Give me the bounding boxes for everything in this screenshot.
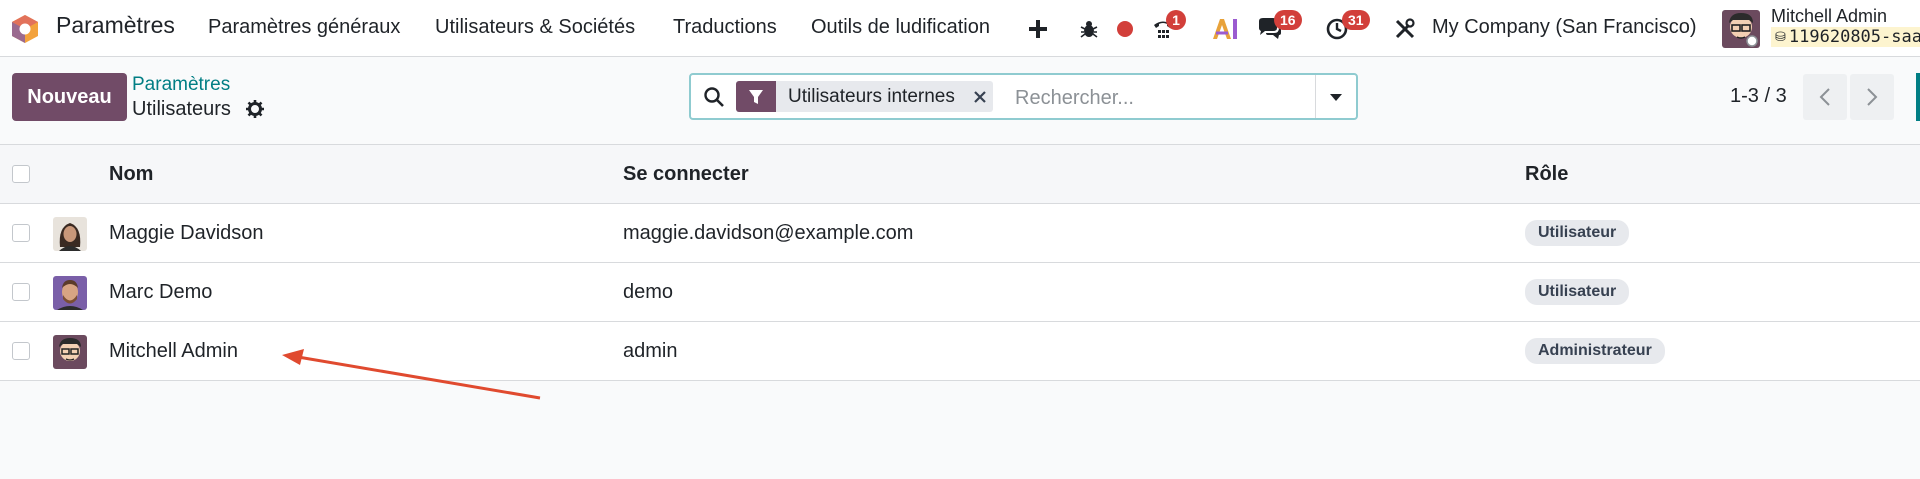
cell-login: maggie.davidson@example.com xyxy=(623,221,914,244)
column-header-role[interactable]: Rôle xyxy=(1525,145,1568,203)
list-header: Nom Se connecter Rôle xyxy=(0,144,1920,204)
pager-value[interactable]: 1-3 / 3 xyxy=(1730,85,1787,108)
close-icon[interactable] xyxy=(967,81,993,112)
pager-previous-button[interactable] xyxy=(1803,74,1847,120)
menu-general-settings[interactable]: Paramètres généraux xyxy=(208,16,400,39)
facet-label: Utilisateurs internes xyxy=(788,85,955,107)
activities-badge: 31 xyxy=(1342,10,1370,30)
cell-name: Mitchell Admin xyxy=(109,339,238,362)
tools-icon[interactable] xyxy=(1388,12,1422,46)
column-header-name[interactable]: Nom xyxy=(109,145,153,203)
app-name[interactable]: Paramètres xyxy=(56,12,175,39)
debug-bug-icon[interactable] xyxy=(1072,12,1106,46)
chevron-right-icon xyxy=(1867,88,1878,106)
database-name: ⛁ 119620805-saa xyxy=(1771,27,1920,47)
row-checkbox[interactable] xyxy=(12,224,30,242)
row-checkbox[interactable] xyxy=(12,342,30,360)
avatar xyxy=(53,276,87,310)
user-avatar[interactable] xyxy=(1722,10,1760,48)
messages-icon[interactable]: 16 xyxy=(1252,10,1302,46)
table-row[interactable]: Maggie Davidson maggie.davidson@example.… xyxy=(0,204,1920,263)
table-row[interactable]: Marc Demo demo Utilisateur xyxy=(0,263,1920,322)
row-checkbox[interactable] xyxy=(12,283,30,301)
company-switcher[interactable]: My Company (San Francisco) xyxy=(1432,16,1697,39)
cell-role: Utilisateur xyxy=(1525,204,1630,262)
messages-badge: 16 xyxy=(1274,10,1302,30)
caret-down-icon xyxy=(1330,93,1342,101)
view-switcher-edge[interactable] xyxy=(1916,73,1920,121)
activity-clock-icon[interactable]: 31 xyxy=(1320,10,1370,46)
recording-dot-icon[interactable] xyxy=(1108,12,1142,46)
breadcrumb-parent[interactable]: Paramètres xyxy=(132,74,230,96)
role-badge: Utilisateur xyxy=(1525,279,1630,305)
cell-role: Utilisateur xyxy=(1525,263,1630,321)
search-input[interactable] xyxy=(1013,82,1317,114)
filter-icon xyxy=(736,81,776,112)
avatar xyxy=(53,217,87,251)
gear-icon[interactable] xyxy=(246,100,264,118)
role-badge: Administrateur xyxy=(1525,338,1665,364)
avatar xyxy=(53,335,87,369)
annotation-arrow xyxy=(282,349,541,400)
top-navbar: Paramètres Paramètres généraux Utilisate… xyxy=(0,0,1920,57)
cell-role: Administrateur xyxy=(1525,322,1665,380)
menu-translations[interactable]: Traductions xyxy=(673,16,777,39)
role-badge: Utilisateur xyxy=(1525,220,1630,246)
menu-users-companies[interactable]: Utilisateurs & Sociétés xyxy=(435,16,635,39)
cell-login: demo xyxy=(623,280,674,303)
phone-badge: 1 xyxy=(1166,10,1186,30)
ai-icon[interactable] xyxy=(1208,12,1242,46)
phone-icon[interactable]: 1 xyxy=(1146,10,1186,46)
odoo-logo-icon[interactable] xyxy=(10,14,40,44)
user-name[interactable]: Mitchell Admin xyxy=(1771,6,1887,27)
pager-next-button[interactable] xyxy=(1850,74,1894,120)
plus-icon[interactable] xyxy=(1021,12,1055,46)
search-bar[interactable]: Utilisateurs internes xyxy=(689,73,1358,120)
menu-gamification-tools[interactable]: Outils de ludification xyxy=(811,16,990,39)
chevron-left-icon xyxy=(1819,88,1830,106)
search-icon[interactable] xyxy=(703,86,725,113)
search-options-toggle[interactable] xyxy=(1315,75,1356,118)
new-button[interactable]: Nouveau xyxy=(12,73,127,121)
cell-name: Marc Demo xyxy=(109,280,213,303)
breadcrumb-current: Utilisateurs xyxy=(132,98,231,120)
database-label: 119620805-saa xyxy=(1788,27,1920,47)
select-all-checkbox[interactable] xyxy=(12,165,30,183)
cell-name: Maggie Davidson xyxy=(109,221,264,244)
cell-login: admin xyxy=(623,339,678,362)
search-facet: Utilisateurs internes xyxy=(736,81,993,112)
database-icon: ⛁ xyxy=(1775,29,1786,45)
column-header-login[interactable]: Se connecter xyxy=(623,145,749,203)
